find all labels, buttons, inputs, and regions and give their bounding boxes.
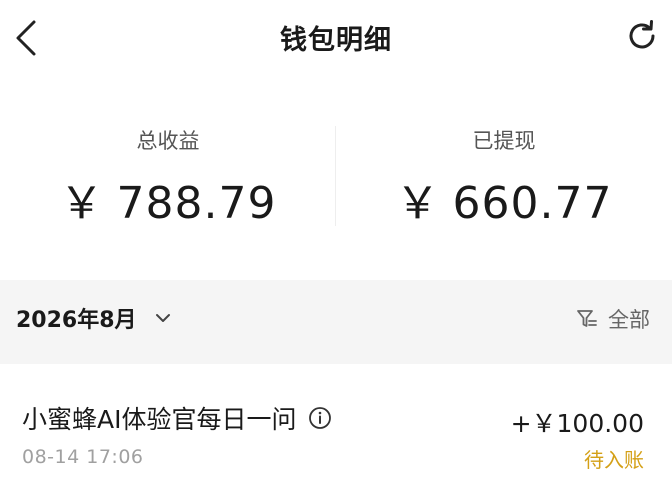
top-nav-bar: 钱包明细 [0,0,672,76]
currency-symbol: ￥ [59,178,105,229]
refresh-button[interactable] [620,14,664,58]
withdrawn-section: 已提现 ￥ 660.77 [336,112,672,242]
record-title: 小蜜蜂AI体验官每日一问 [22,405,297,434]
total-income-value: 788.79 [116,178,277,229]
total-income-label: 总收益 [136,129,200,153]
list-item[interactable]: 小蜜蜂AI体验官每日一问 08-14 17:06 +￥100.00 待入账 [0,364,672,485]
withdrawn-label: 已提现 [472,129,536,153]
month-selector[interactable]: 2026年8月 [16,302,171,334]
month-label: 2026年8月 [16,308,137,333]
filter-button[interactable]: 全部 [576,304,650,334]
info-icon[interactable] [308,406,332,430]
record-time: 08-14 17:06 [22,446,144,468]
filter-label: 全部 [608,308,650,332]
wallet-summary: 总收益 ￥ 788.79 已提现 ￥ 660.77 [0,112,672,242]
withdrawn-amount: ￥ 660.77 [336,178,672,230]
withdrawn-value: 660.77 [452,178,613,229]
filter-bar: 2026年8月 全部 [0,280,672,364]
status-badge: 待入账 [584,448,644,472]
chevron-down-icon [155,313,171,323]
refresh-icon [629,20,655,49]
total-income-section: 总收益 ￥ 788.79 [0,112,336,242]
record-title-row: 小蜜蜂AI体验官每日一问 [22,400,332,436]
filter-icon [577,310,597,327]
total-income-amount: ￥ 788.79 [0,178,336,230]
currency-symbol: ￥ [395,178,441,229]
page-title: 钱包明细 [280,25,392,56]
record-amount: +￥100.00 [510,409,644,438]
